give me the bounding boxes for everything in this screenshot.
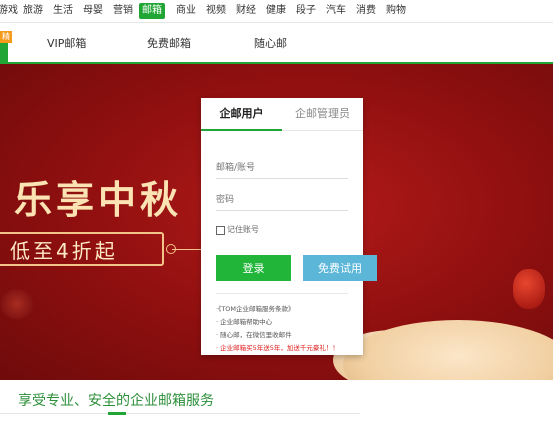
banner-subtitle: 低至4折起 [0,232,164,266]
brand-badge: 精 [0,31,12,43]
terms-link[interactable]: ·《TOM企业邮箱服务条款》 [216,303,295,313]
nav-item-travel[interactable]: 旅游 [23,3,43,19]
free-trial-button[interactable]: 免费试用 [303,255,377,281]
nav-item-mail[interactable]: 邮箱 [139,3,165,19]
nav-item-business[interactable]: 商业 [176,3,196,19]
nav-item-games[interactable]: 游戏 [0,3,18,19]
top-nav: 游戏 旅游 生活 母婴 营销 邮箱 商业 视频 财经 健康 段子 汽车 消费 购… [0,0,553,23]
card-divider [216,293,348,294]
password-input[interactable] [216,190,348,211]
banner-title: 乐享中秋 [14,177,183,222]
nav-item-consume[interactable]: 消费 [356,3,376,19]
tab-enterprise-admin[interactable]: 企邮管理员 [282,98,363,131]
section-rule-accent [108,412,126,415]
cloud-decoration-large [343,320,553,380]
suixin-mail-link[interactable]: 随心邮 [254,35,287,51]
account-input[interactable] [216,158,348,179]
product-bar: 精 VIP邮箱 免费邮箱 随心邮 [0,23,553,64]
nav-item-life[interactable]: 生活 [53,3,73,19]
help-center-link[interactable]: · 企业邮箱帮助中心 [216,316,272,326]
section-rule [0,413,360,414]
nav-item-video[interactable]: 视频 [206,3,226,19]
service-slogan: 享受专业、安全的企业邮箱服务 [18,393,214,409]
promo-link[interactable]: · 企业邮箱买5年送5年，加送千元豪礼！！ [216,342,339,352]
nav-item-shopping[interactable]: 购物 [386,3,406,19]
vip-mail-link[interactable]: VIP邮箱 [47,35,86,51]
tab-enterprise-user[interactable]: 企邮用户 [201,98,282,131]
remember-checkbox[interactable] [216,226,225,235]
login-card: 企邮用户 企邮管理员 记住账号 登录 免费试用 ·《TOM企业邮箱服务条款》 ·… [201,98,377,355]
wechat-mail-link[interactable]: · 随心邮，在微信里收邮件 [216,329,292,339]
free-mail-link[interactable]: 免费邮箱 [147,35,191,51]
nav-item-finance[interactable]: 财经 [236,3,256,19]
flower-decoration [0,289,34,319]
nav-item-jokes[interactable]: 段子 [296,3,316,19]
nav-item-marketing[interactable]: 营销 [113,3,133,19]
remember-label: 记住账号 [227,225,259,234]
nav-item-health[interactable]: 健康 [266,3,286,19]
service-section: 享受专业、安全的企业邮箱服务 [0,380,553,434]
nav-item-baby[interactable]: 母婴 [83,3,103,19]
nav-item-auto[interactable]: 汽车 [326,3,346,19]
subtitle-line [172,249,202,250]
lantern-decoration [513,269,545,309]
login-button[interactable]: 登录 [216,255,291,281]
